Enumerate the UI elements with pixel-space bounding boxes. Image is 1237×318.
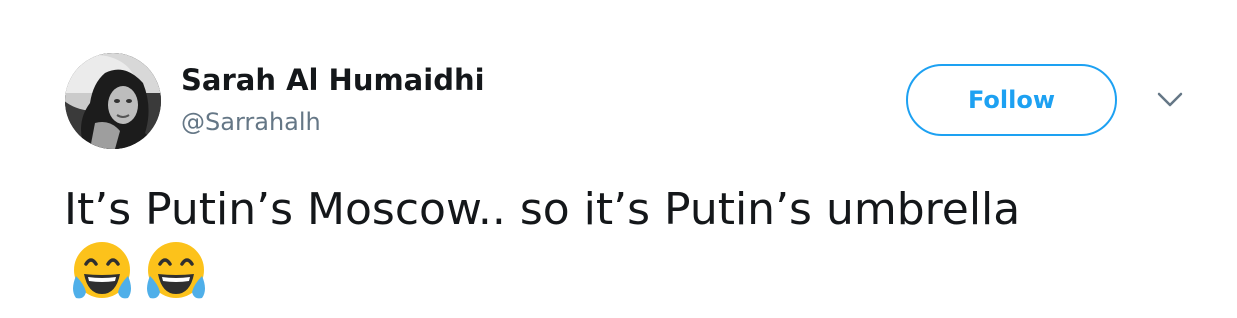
author-display-name[interactable]: Sarah Al Humaidhi [181,62,485,98]
author-handle[interactable]: @Sarrahalh [181,107,321,137]
avatar[interactable] [65,53,161,149]
tweet-card: Sarah Al Humaidhi @Sarrahalh Follow It’s… [0,0,1237,318]
chevron-down-icon[interactable] [1153,88,1187,112]
face-with-tears-of-joy-icon [147,242,205,299]
follow-button[interactable]: Follow [906,64,1117,136]
face-with-tears-of-joy-icon [73,242,131,299]
tweet-text: It’s Putin’s Moscow.. so it’s Putin’s um… [64,184,1021,235]
avatar-photo [65,53,161,149]
emoji-row [68,240,210,304]
